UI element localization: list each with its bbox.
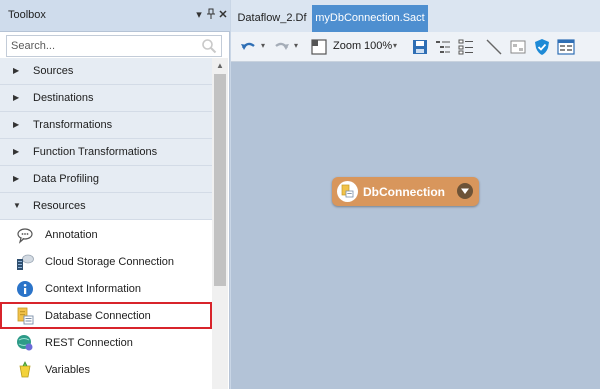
category-data-profiling[interactable]: ▶ Data Profiling bbox=[0, 166, 212, 193]
search-input[interactable] bbox=[11, 38, 191, 54]
undo-icon[interactable] bbox=[239, 38, 257, 56]
expand-arrow-icon: ▶ bbox=[13, 66, 20, 75]
item-label: Annotation bbox=[45, 229, 98, 241]
toolbox-list: ▶ Sources ▶ Destinations ▶ Transformatio… bbox=[0, 58, 212, 389]
toolbox-item-variables[interactable]: Variables bbox=[0, 356, 212, 383]
collapse-arrow-icon: ▼ bbox=[13, 201, 21, 210]
toolbox-item-cloud-storage-connection[interactable]: Cloud Storage Connection bbox=[0, 248, 212, 275]
shield-check-icon[interactable] bbox=[533, 38, 551, 56]
connector-line-icon[interactable] bbox=[485, 38, 503, 56]
item-label: REST Connection bbox=[45, 337, 133, 349]
tab-dbconnection[interactable]: myDbConnection.Sact bbox=[312, 5, 428, 32]
category-transformations[interactable]: ▶ Transformations bbox=[0, 112, 212, 139]
redo-icon[interactable] bbox=[273, 38, 291, 56]
expand-arrow-icon: ▶ bbox=[13, 174, 20, 183]
annotation-icon bbox=[17, 228, 33, 244]
layout-icon[interactable] bbox=[509, 38, 527, 56]
info-icon bbox=[17, 281, 33, 297]
database-connection-icon bbox=[17, 307, 34, 325]
item-label: Variables bbox=[45, 364, 91, 376]
category-function-transformations[interactable]: ▶ Function Transformations bbox=[0, 139, 212, 166]
zoom-dropdown-icon[interactable]: ▾ bbox=[393, 41, 397, 50]
undo-dropdown-icon[interactable]: ▾ bbox=[261, 41, 265, 50]
category-sources[interactable]: ▶ Sources bbox=[0, 58, 212, 85]
tree-view-icon[interactable] bbox=[457, 38, 475, 56]
cloud-storage-icon bbox=[17, 254, 34, 270]
category-label: Sources bbox=[33, 65, 74, 77]
pin-icon[interactable] bbox=[205, 8, 217, 22]
toolbox-item-annotation[interactable]: Annotation bbox=[0, 221, 212, 248]
expand-arrow-icon: ▶ bbox=[13, 120, 20, 129]
rest-globe-icon bbox=[17, 335, 33, 351]
expand-arrow-icon: ▶ bbox=[13, 147, 20, 156]
dbconnection-node[interactable]: DbConnection bbox=[332, 177, 479, 206]
toolbox-item-rest-connection[interactable]: REST Connection bbox=[0, 329, 212, 356]
list-view-icon[interactable] bbox=[434, 38, 452, 56]
document-tabs: Dataflow_2.Df myDbConnection.Sact bbox=[231, 0, 600, 32]
scroll-up-icon[interactable]: ▲ bbox=[216, 61, 224, 70]
category-label: Destinations bbox=[33, 92, 94, 104]
item-label: Context Information bbox=[45, 283, 141, 295]
node-label: DbConnection bbox=[363, 185, 445, 199]
toolbox-item-database-connection[interactable]: Database Connection bbox=[0, 302, 212, 329]
category-label: Function Transformations bbox=[33, 146, 158, 158]
category-destinations[interactable]: ▶ Destinations bbox=[0, 85, 212, 112]
redo-dropdown-icon[interactable]: ▾ bbox=[294, 41, 298, 50]
toolbox-panel: Toolbox ▾ ✕ ▶ Sources ▶ Destinations ▶ T… bbox=[0, 0, 230, 389]
toolbox-header: Toolbox ▾ ✕ bbox=[0, 0, 230, 32]
tab-dataflow[interactable]: Dataflow_2.Df bbox=[231, 5, 313, 32]
expand-arrow-icon: ▶ bbox=[13, 93, 20, 102]
designer-canvas[interactable]: DbConnection bbox=[231, 62, 600, 389]
search-box[interactable] bbox=[6, 35, 222, 57]
category-label: Resources bbox=[33, 200, 86, 212]
toolbox-item-context-information[interactable]: Context Information bbox=[0, 275, 212, 302]
toolbox-title: Toolbox bbox=[8, 9, 46, 21]
zoom-value[interactable]: 100% bbox=[364, 40, 392, 52]
category-resources[interactable]: ▼ Resources bbox=[0, 193, 212, 220]
variables-icon bbox=[19, 361, 31, 378]
close-icon[interactable]: ✕ bbox=[217, 8, 229, 22]
toolbox-scrollbar[interactable]: ▲ bbox=[212, 58, 228, 389]
zoom-label: Zoom bbox=[333, 40, 362, 52]
item-label: Database Connection bbox=[45, 310, 151, 322]
scrollbar-thumb[interactable] bbox=[214, 74, 226, 286]
item-label: Cloud Storage Connection bbox=[45, 256, 175, 268]
chevron-down-icon bbox=[461, 188, 469, 194]
zoom-fit-icon[interactable] bbox=[310, 38, 328, 56]
node-expand-button[interactable] bbox=[457, 183, 473, 199]
designer-toolbar: ▾ ▾ Zoom 100% ▾ bbox=[231, 32, 600, 62]
dropdown-arrow-icon[interactable]: ▾ bbox=[193, 8, 205, 22]
category-label: Data Profiling bbox=[33, 173, 100, 185]
save-icon[interactable] bbox=[411, 38, 429, 56]
properties-icon[interactable] bbox=[557, 38, 575, 56]
database-connection-icon bbox=[337, 181, 358, 202]
category-label: Transformations bbox=[33, 119, 113, 131]
search-icon[interactable] bbox=[201, 38, 217, 54]
